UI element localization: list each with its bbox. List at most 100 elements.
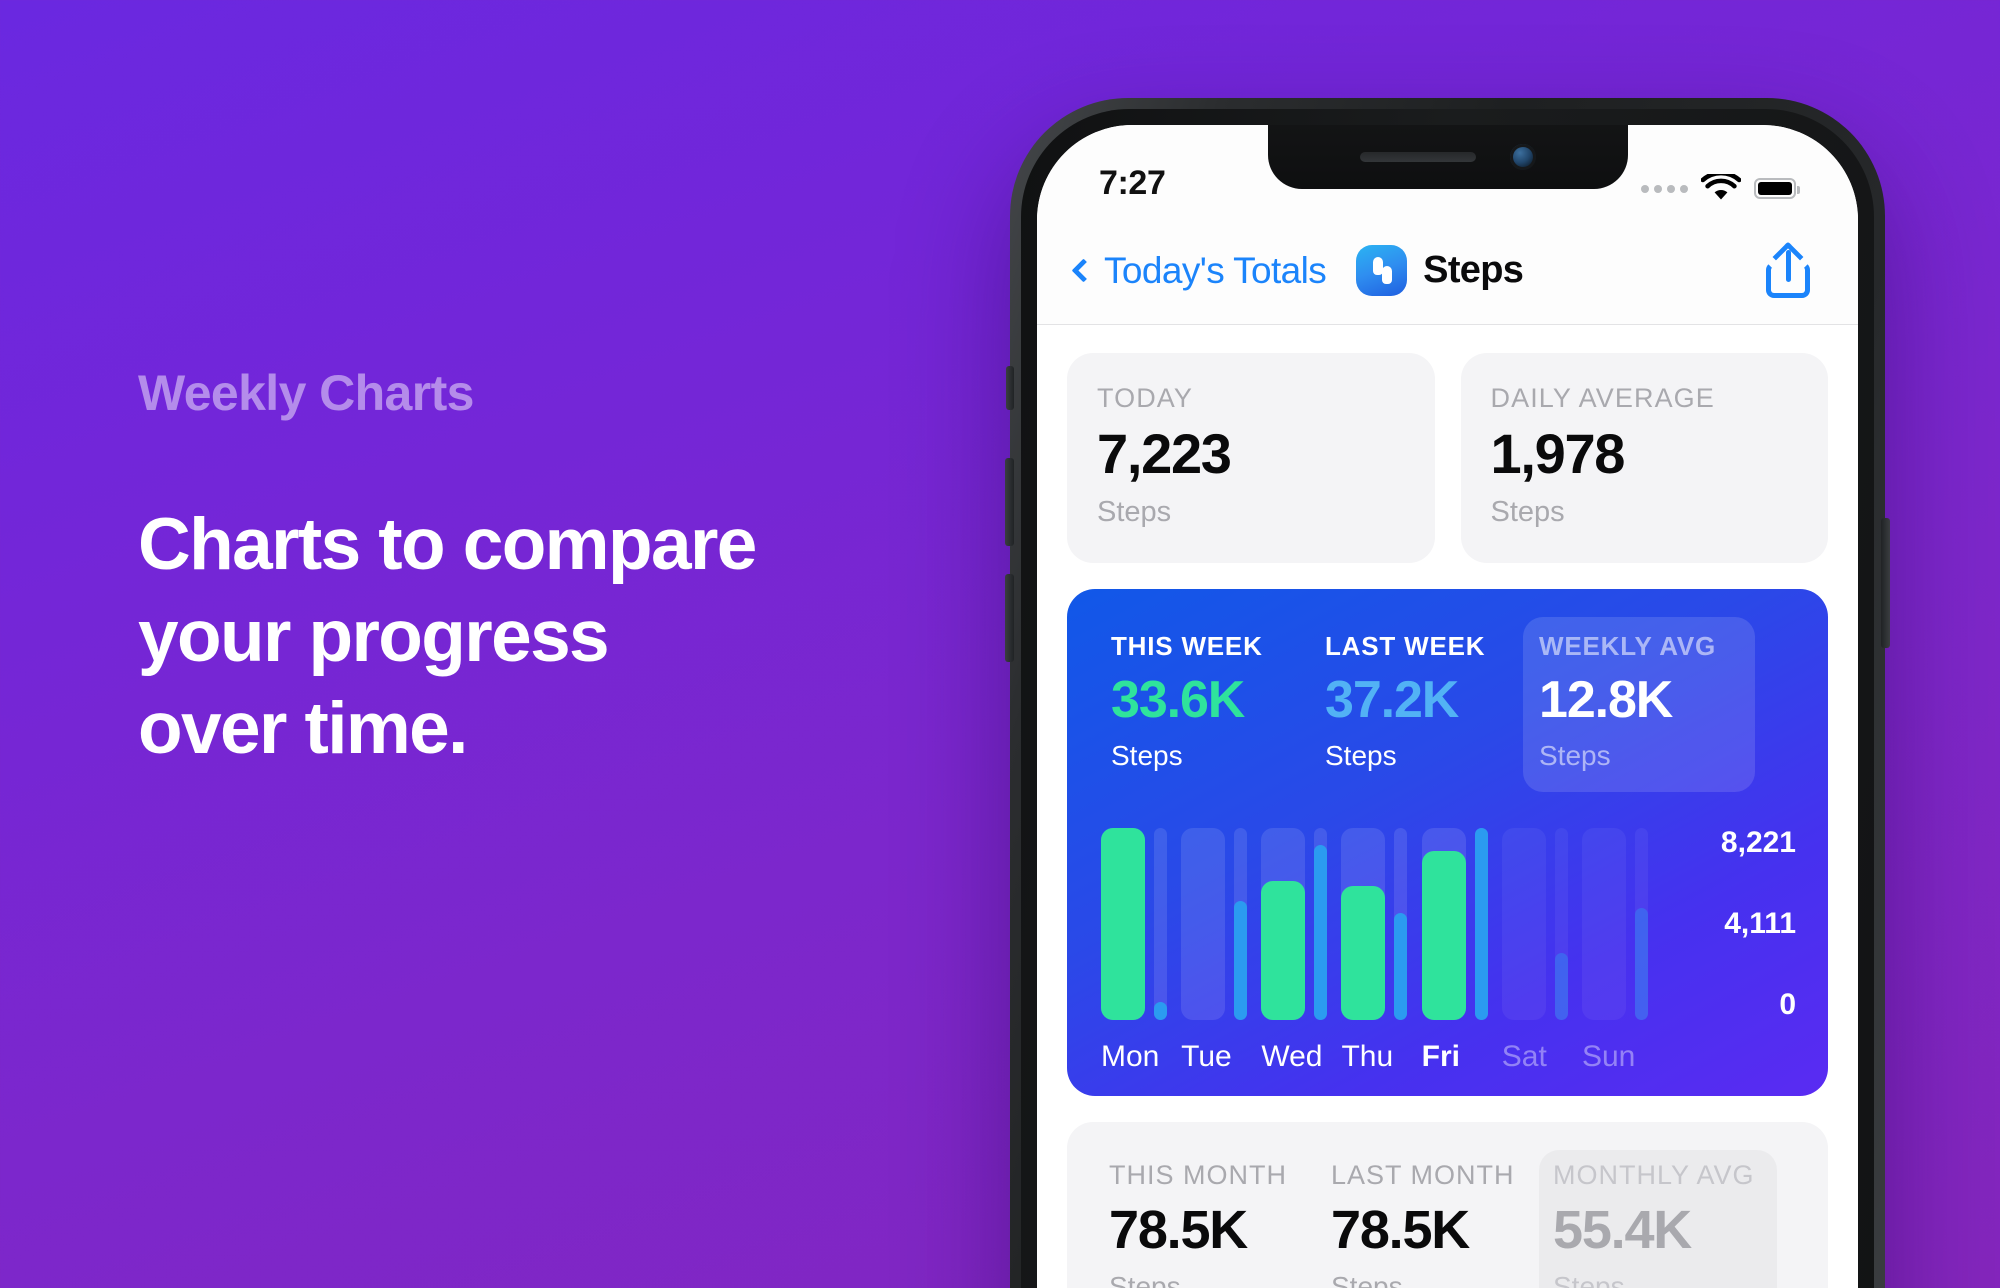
- phone-screen: 7:27 Today's Totals Steps TODAY 7,223 St…: [1037, 125, 1858, 1288]
- chart-day-label: Mon: [1101, 1040, 1160, 1073]
- chart-y-axis: 8,221 4,111 0: [1676, 828, 1800, 1020]
- main-content: TODAY 7,223 Steps DAILY AVERAGE 1,978 St…: [1037, 325, 1858, 1288]
- stat-card-today[interactable]: TODAY 7,223 Steps: [1067, 353, 1435, 563]
- monthly-stat-unit: Steps: [1553, 1271, 1625, 1288]
- stat-unit: Steps: [1490, 496, 1565, 528]
- chart-bar-this-week: [1421, 851, 1466, 1020]
- volume-up-button[interactable]: [1005, 458, 1014, 546]
- chart-plot-area: [1101, 828, 1676, 1020]
- stat-value: 1,978: [1490, 422, 1626, 485]
- status-bar-indicators: [1641, 174, 1801, 203]
- chart-bar-last-week: [1234, 901, 1248, 1020]
- chart-day-label: Fri: [1421, 1040, 1460, 1073]
- signal-dots-icon: [1641, 184, 1688, 193]
- share-icon[interactable]: [1766, 240, 1810, 298]
- weekly-stat-label: THIS WEEK: [1111, 631, 1263, 661]
- promo-headline-line-1: Charts to compare: [138, 504, 757, 585]
- chart-bar-last-week: [1314, 845, 1328, 1020]
- promo-headline-line-2: your progress: [138, 595, 610, 677]
- weekly-stat-weekly-avg[interactable]: WEEKLY AVG 12.8K Steps: [1523, 617, 1755, 792]
- power-button[interactable]: [1881, 518, 1890, 648]
- chart-day-group[interactable]: [1501, 828, 1576, 1020]
- chart-track-this-week: [1501, 828, 1546, 1020]
- monthly-stat-unit: Steps: [1331, 1271, 1403, 1288]
- monthly-stat-value: 78.5K: [1109, 1200, 1248, 1260]
- chart-day-group[interactable]: [1101, 828, 1175, 1020]
- mute-switch[interactable]: [1006, 366, 1014, 410]
- chart-y-axis-tick: 4,111: [1724, 907, 1796, 940]
- chart-track-this-week: [1181, 828, 1226, 1020]
- monthly-stat-unit: Steps: [1109, 1271, 1181, 1288]
- weekly-stat-last-week[interactable]: LAST WEEK 37.2K Steps: [1309, 617, 1523, 792]
- chevron-left-icon: [1071, 258, 1096, 283]
- weekly-bar-chart: 8,221 4,111 0: [1095, 828, 1800, 1020]
- monthly-stat-label: MONTHLY AVG: [1553, 1160, 1755, 1190]
- chart-day-group[interactable]: [1581, 828, 1656, 1020]
- chart-bar-last-week: [1154, 1002, 1167, 1020]
- steps-app-icon: [1356, 245, 1408, 296]
- monthly-stat-label: LAST MONTH: [1331, 1160, 1515, 1190]
- chart-bar-this-week: [1101, 828, 1145, 1020]
- weekly-stat-label: LAST WEEK: [1325, 631, 1486, 661]
- monthly-stat-last-month[interactable]: LAST MONTH 78.5K Steps: [1317, 1150, 1539, 1288]
- chart-bar-last-week: [1394, 913, 1408, 1020]
- chart-day-label: Thu: [1341, 1040, 1394, 1073]
- page-title: Steps: [1423, 249, 1524, 291]
- earpiece-speaker-icon: [1359, 152, 1476, 162]
- promo-copy: Weekly Charts Charts to compare your pro…: [138, 366, 918, 775]
- weekly-stat-label: WEEKLY AVG: [1539, 631, 1717, 661]
- chart-y-axis-tick: 8,221: [1720, 826, 1796, 859]
- weekly-chart-card[interactable]: THIS WEEK 33.6K Steps LAST WEEK 37.2K St…: [1067, 589, 1828, 1096]
- stat-unit: Steps: [1097, 496, 1172, 528]
- chart-bar-this-week: [1341, 886, 1386, 1020]
- chart-track-this-week: [1581, 828, 1626, 1020]
- stat-card-daily-average[interactable]: DAILY AVERAGE 1,978 Steps: [1460, 353, 1828, 563]
- stat-label: DAILY AVERAGE: [1490, 383, 1715, 413]
- today-stats-row: TODAY 7,223 Steps DAILY AVERAGE 1,978 St…: [1067, 353, 1828, 563]
- front-camera-icon: [1509, 144, 1536, 170]
- status-bar-time: 7:27: [1099, 164, 1166, 202]
- monthly-stat-label: THIS MONTH: [1109, 1160, 1287, 1190]
- back-button-label: Today's Totals: [1104, 249, 1327, 291]
- chart-day-group[interactable]: [1261, 828, 1335, 1020]
- weekly-stat-unit: Steps: [1111, 740, 1183, 771]
- stat-value: 7,223: [1097, 422, 1232, 485]
- chart-day-group[interactable]: [1421, 828, 1496, 1020]
- chart-bar-last-week: [1474, 828, 1488, 1020]
- promo-headline-line-3: over time.: [138, 687, 468, 769]
- chart-bar-last-week: [1554, 953, 1568, 1020]
- monthly-stats-card[interactable]: THIS MONTH 78.5K Steps LAST MONTH 78.5K …: [1067, 1122, 1828, 1288]
- promo-eyebrow: Weekly Charts: [138, 365, 474, 421]
- navigation-bar: Today's Totals Steps: [1037, 217, 1858, 325]
- weekly-stat-unit: Steps: [1325, 740, 1397, 771]
- weekly-stat-value: 33.6K: [1111, 671, 1245, 729]
- chart-bar-last-week: [1634, 908, 1648, 1020]
- chart-day-label: Wed: [1261, 1040, 1323, 1073]
- weekly-stat-value: 37.2K: [1325, 671, 1459, 729]
- chart-x-axis-labels: Mon Tue Wed Thu Fri Sat Sun: [1095, 1040, 1800, 1074]
- stat-label: TODAY: [1097, 383, 1194, 413]
- monthly-stat-monthly-avg[interactable]: MONTHLY AVG 55.4K Steps: [1539, 1150, 1777, 1288]
- wifi-icon: [1701, 174, 1741, 200]
- weekly-stats-row: THIS WEEK 33.6K Steps LAST WEEK 37.2K St…: [1095, 617, 1800, 792]
- phone-mockup: 7:27 Today's Totals Steps TODAY 7,223 St…: [1005, 98, 1890, 1288]
- monthly-stat-value: 78.5K: [1331, 1200, 1470, 1260]
- monthly-stat-value: 55.4K: [1553, 1200, 1692, 1260]
- weekly-stat-unit: Steps: [1539, 740, 1611, 771]
- weekly-stat-value: 12.8K: [1539, 671, 1673, 729]
- back-button[interactable]: Today's Totals: [1071, 249, 1327, 292]
- volume-down-button[interactable]: [1005, 574, 1014, 662]
- chart-day-label: Tue: [1181, 1040, 1232, 1073]
- chart-day-group[interactable]: [1341, 828, 1415, 1020]
- chart-day-label: Sat: [1501, 1040, 1547, 1073]
- battery-full-icon: [1754, 178, 1801, 199]
- weekly-stat-this-week[interactable]: THIS WEEK 33.6K Steps: [1095, 617, 1309, 792]
- promo-headline: Charts to compare your progress over tim…: [138, 499, 918, 775]
- monthly-stat-this-month[interactable]: THIS MONTH 78.5K Steps: [1095, 1150, 1317, 1288]
- chart-day-group[interactable]: [1181, 828, 1255, 1020]
- chart-bar-this-week: [1261, 881, 1306, 1020]
- chart-y-axis-tick: 0: [1779, 988, 1796, 1021]
- nav-title-group: Steps: [1356, 245, 1524, 296]
- notch: [1267, 125, 1628, 189]
- chart-track-last-week: [1154, 828, 1167, 1020]
